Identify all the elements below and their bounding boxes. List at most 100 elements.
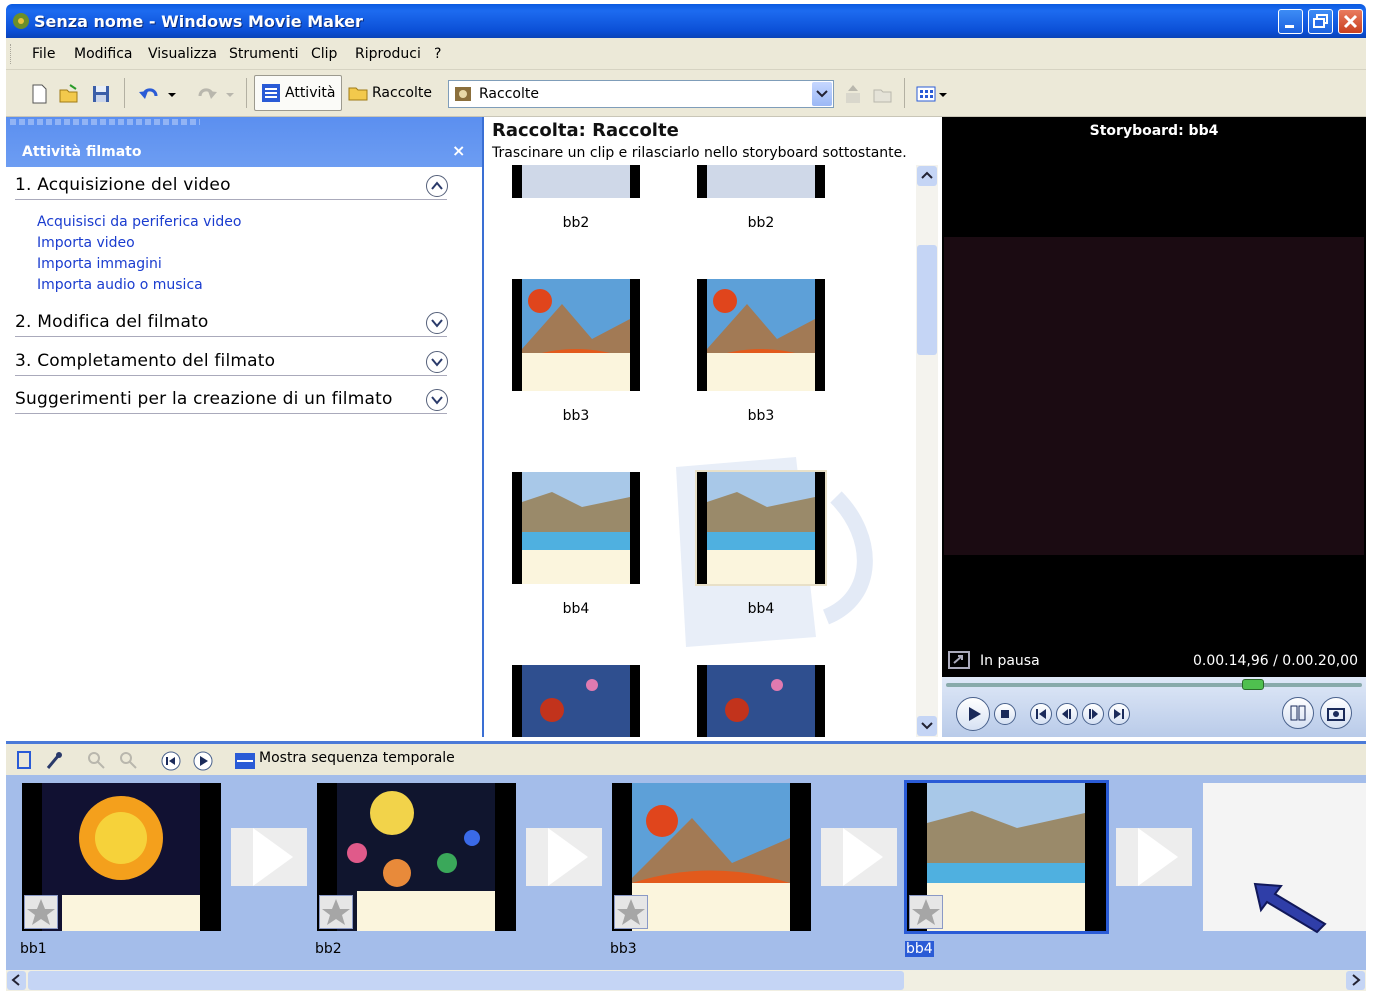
collection-dropdown-button[interactable] — [812, 82, 832, 106]
seek-bar-thumb[interactable] — [1242, 679, 1264, 690]
restore-button[interactable] — [1308, 9, 1333, 34]
chevron-up-icon — [431, 181, 443, 190]
link-import-audio[interactable]: Importa audio o musica — [37, 277, 203, 293]
play-button[interactable] — [956, 697, 990, 731]
expand-section-button[interactable] — [426, 312, 448, 334]
section-edit-movie[interactable]: 2. Modifica del filmato — [15, 312, 209, 332]
menu-file[interactable]: File — [32, 46, 55, 62]
undo-dropdown-icon[interactable] — [166, 83, 178, 105]
transition-arrow-icon — [843, 828, 883, 886]
scroll-up-icon[interactable] — [916, 165, 938, 187]
redo-icon[interactable] — [196, 83, 218, 105]
next-frame-button[interactable] — [1082, 703, 1104, 725]
collection-clip[interactable] — [512, 665, 640, 737]
section-capture-video[interactable]: 1. Acquisizione del video — [15, 175, 231, 195]
collection-clip-bb2[interactable] — [512, 165, 640, 198]
rewind-storyboard-icon[interactable] — [160, 750, 182, 772]
scrollbar-thumb[interactable] — [28, 971, 904, 990]
menu-riproduci[interactable]: Riproduci — [355, 46, 421, 62]
clip-label: bb3 — [562, 408, 590, 424]
new-project-icon[interactable] — [28, 83, 50, 105]
open-project-icon[interactable] — [58, 83, 80, 105]
collection-clip-bb3[interactable] — [697, 279, 825, 391]
collection-clip-bb4[interactable] — [512, 472, 640, 584]
tasks-button[interactable]: Attività — [254, 75, 343, 111]
playback-controls — [942, 677, 1366, 737]
link-import-images[interactable]: Importa immagini — [37, 256, 162, 272]
storyboard-clip-bb1[interactable] — [22, 783, 221, 931]
menu-modifica[interactable]: Modifica — [74, 46, 133, 62]
collection-scrollbar[interactable] — [916, 165, 938, 737]
new-folder-icon — [873, 89, 892, 103]
playback-status: In pausa — [980, 653, 1040, 669]
skip-forward-icon — [1114, 709, 1124, 719]
tasks-pane-close-icon[interactable]: × — [452, 141, 465, 160]
collection-clip-bb3[interactable] — [512, 279, 640, 391]
section-divider — [15, 199, 447, 200]
collection-clip-bb4-selected[interactable] — [695, 470, 827, 586]
save-icon[interactable] — [90, 83, 112, 105]
show-timeline-button[interactable]: Mostra sequenza temporale — [259, 750, 455, 766]
chevron-down-icon — [816, 90, 828, 98]
storyboard-clip-bb2[interactable] — [317, 783, 516, 931]
transition-arrow-icon — [1138, 828, 1178, 886]
storyboard-clip-bb4-selected[interactable] — [904, 780, 1109, 934]
video-effects-star-icon[interactable] — [319, 895, 353, 929]
play-storyboard-icon[interactable] — [192, 750, 214, 772]
collections-button[interactable]: Raccolte — [342, 75, 438, 111]
collection-clip-bb2[interactable] — [697, 165, 825, 198]
menu-strumenti[interactable]: Strumenti — [229, 46, 299, 62]
section-tips[interactable]: Suggerimenti per la creazione di un film… — [15, 389, 393, 409]
split-clip-button[interactable] — [1282, 697, 1314, 729]
collections-button-label: Raccolte — [372, 85, 432, 101]
undo-icon[interactable] — [138, 83, 160, 105]
timeline-view-icon[interactable] — [234, 750, 256, 772]
transition-slot[interactable] — [231, 828, 307, 886]
close-button[interactable] — [1338, 9, 1363, 34]
audio-levels-icon[interactable] — [44, 750, 64, 770]
narration-icon[interactable] — [14, 750, 34, 770]
scroll-down-icon[interactable] — [916, 715, 938, 737]
previous-frame-button[interactable] — [1056, 703, 1078, 725]
transition-slot[interactable] — [1116, 828, 1192, 886]
transition-slot[interactable] — [821, 828, 897, 886]
video-effects-star-icon[interactable] — [614, 895, 648, 929]
menu-clip[interactable]: Clip — [311, 46, 337, 62]
forward-button[interactable] — [1108, 703, 1130, 725]
chevron-down-icon — [431, 358, 443, 367]
header-pattern — [10, 119, 200, 125]
folder-icon — [348, 87, 368, 101]
storyboard-scrollbar[interactable] — [6, 970, 1366, 991]
view-options-icon[interactable] — [916, 83, 938, 105]
scroll-left-icon[interactable] — [6, 970, 27, 991]
section-finish-movie[interactable]: 3. Completamento del filmato — [15, 351, 275, 371]
scrollbar-thumb[interactable] — [917, 245, 937, 355]
scroll-right-icon[interactable] — [1345, 970, 1366, 991]
collection-clip[interactable] — [697, 665, 825, 737]
video-effects-star-icon[interactable] — [24, 895, 58, 929]
fullscreen-icon[interactable] — [948, 651, 970, 669]
section-divider — [15, 413, 447, 414]
link-import-video[interactable]: Importa video — [37, 235, 135, 251]
stop-button[interactable] — [994, 703, 1016, 725]
minimize-button[interactable] — [1278, 9, 1303, 34]
storyboard-clip-label: bb1 — [20, 941, 47, 957]
tasks-button-label: Attività — [285, 85, 336, 101]
storyboard-clip-label-selected: bb4 — [905, 941, 934, 957]
rewind-button[interactable] — [1030, 703, 1052, 725]
clip-thumbnail — [707, 279, 815, 391]
expand-section-button[interactable] — [426, 389, 448, 411]
seek-bar[interactable] — [946, 683, 1362, 687]
menu-help[interactable]: ? — [434, 46, 441, 62]
storyboard-clip-bb3[interactable] — [612, 783, 811, 931]
transition-slot[interactable] — [526, 828, 602, 886]
link-capture-from-device[interactable]: Acquisisci da periferica video — [37, 214, 241, 230]
take-picture-button[interactable] — [1320, 697, 1352, 729]
menu-visualizza[interactable]: Visualizza — [148, 46, 217, 62]
collapse-section-button[interactable] — [426, 175, 448, 197]
view-options-dropdown-icon[interactable] — [938, 83, 948, 105]
collection-selector[interactable]: Raccolte — [448, 80, 834, 108]
video-effects-star-icon[interactable] — [909, 895, 943, 929]
expand-section-button[interactable] — [426, 351, 448, 373]
tasks-icon — [262, 84, 280, 102]
